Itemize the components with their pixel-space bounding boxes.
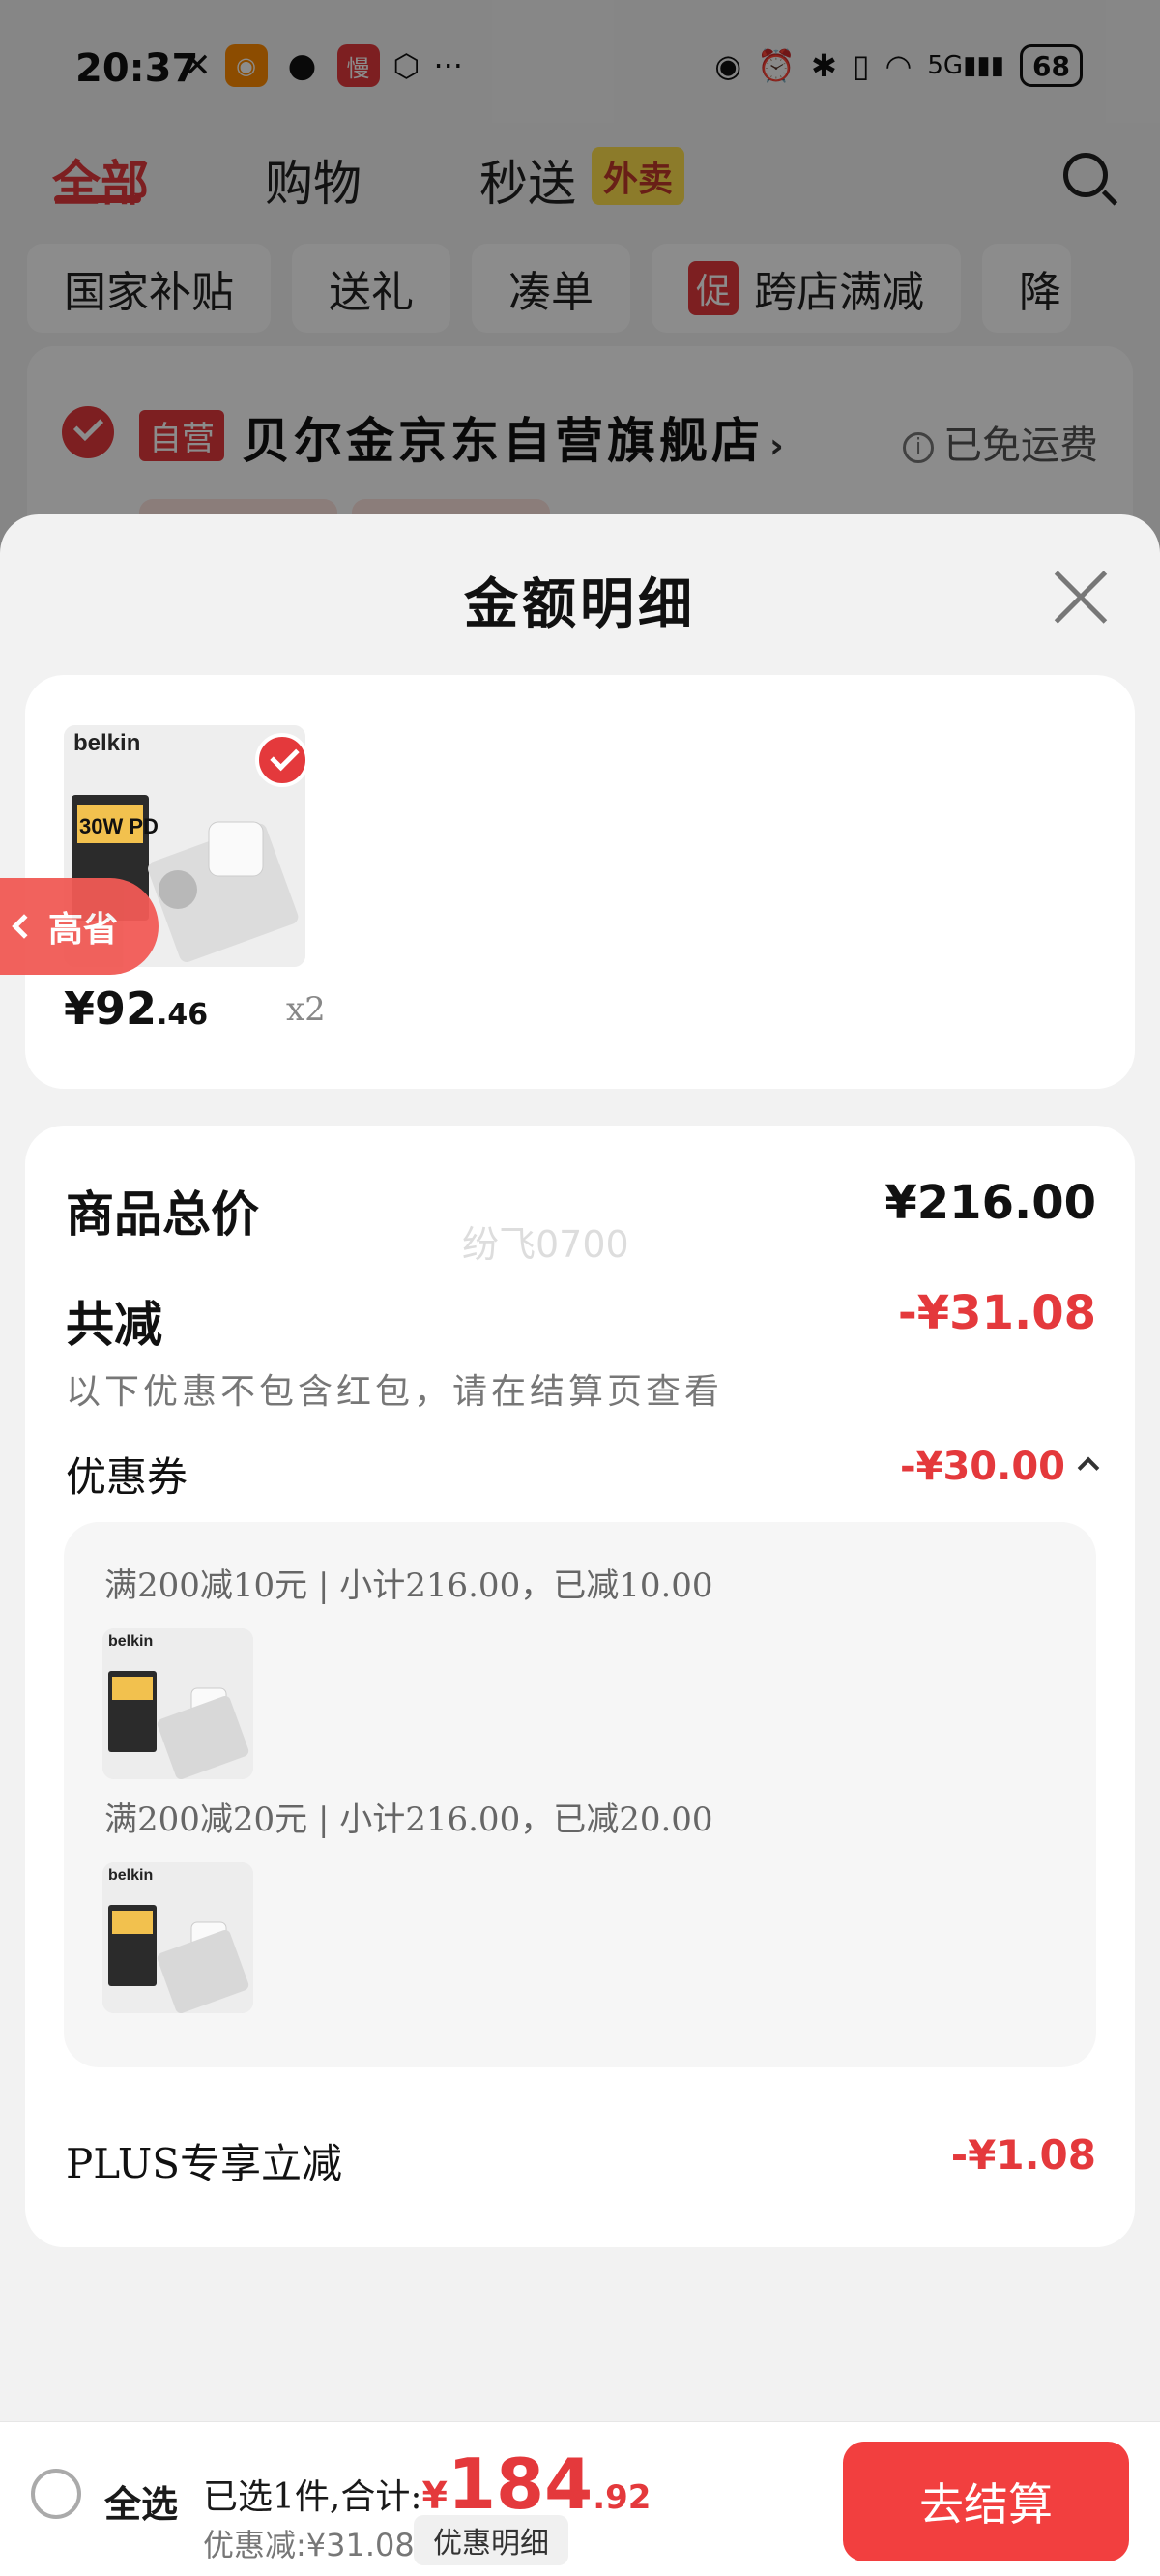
product-price: ¥92.46	[64, 982, 208, 1035]
discount-detail-button[interactable]: 优惠明细	[414, 2515, 568, 2565]
discount-note: 以下优惠不包含红包，请在结算页查看	[66, 1372, 724, 1412]
coupon-list: 满200减10元 | 小计216.00，已减10.00 belkin 满200减…	[64, 1522, 1096, 2067]
total-label: 商品总价	[66, 1186, 259, 1243]
coupon-product-image: belkin	[102, 1628, 253, 1779]
coupon-image-brand: belkin	[108, 1633, 153, 1650]
coupon-image-graphic: belkin	[102, 1628, 253, 1779]
coupon-image-brand: belkin	[108, 1867, 153, 1884]
reduce-value: -¥31.08	[897, 1286, 1096, 1340]
chevron-left-icon	[12, 914, 37, 939]
coupon-value-toggle[interactable]: -¥30.00	[900, 1445, 1100, 1489]
summary-amount-decimal: .92	[593, 2478, 652, 2517]
coupon-product-image: belkin	[102, 1862, 253, 2013]
select-all-label[interactable]: 全选	[104, 2474, 178, 2528]
discount-summary: 优惠减:¥31.08	[203, 2527, 415, 2563]
product-check-icon[interactable]	[255, 733, 309, 787]
coupon-label: 优惠券	[66, 1453, 188, 1501]
product-card: belkin 30W PD ¥92.46 x2	[25, 675, 1135, 1089]
reduce-label: 共减	[66, 1296, 162, 1353]
product-badge-text: 30W PD	[79, 814, 159, 838]
total-value: ¥216.00	[884, 1176, 1096, 1230]
checkout-bar: 全选 已选1件,合计:¥184.92 优惠减:¥31.08 优惠明细 去结算	[0, 2421, 1160, 2576]
summary-currency: ¥	[421, 2474, 448, 2517]
watermark: 纷飞0700	[462, 1223, 629, 1266]
plus-label: PLUS专享立减	[66, 2140, 343, 2187]
close-icon[interactable]	[1052, 569, 1110, 627]
product-quantity: x2	[286, 990, 326, 1029]
product-brand: belkin	[73, 730, 140, 756]
gaosheng-float-button[interactable]: 高省	[0, 878, 159, 975]
price-decimal: .46	[157, 998, 209, 1032]
coupon-line-1: 满200减10元 | 小计216.00，已减10.00	[104, 1566, 713, 1605]
coupon-image-graphic: belkin	[102, 1862, 253, 2013]
chevron-up-icon	[1077, 1456, 1100, 1479]
price-integer: ¥92	[64, 982, 158, 1035]
coupon-value: -¥30.00	[900, 1445, 1065, 1489]
select-all-radio[interactable]	[31, 2469, 81, 2519]
gaosheng-label: 高省	[48, 910, 119, 950]
amount-detail-sheet: 金额明细 belkin 30W PD ¥92.46 x2 纷飞0700 商品总价…	[0, 514, 1160, 2421]
sheet-title: 金额明细	[464, 572, 696, 636]
price-detail-card: 纷飞0700 商品总价 ¥216.00 共减 -¥31.08 以下优惠不包含红包…	[25, 1126, 1135, 2247]
coupon-line-2: 满200减20元 | 小计216.00，已减20.00	[104, 1800, 713, 1839]
summary-prefix: 已选1件,合计:	[203, 2477, 422, 2517]
total-summary: 已选1件,合计:¥184.92	[203, 2444, 651, 2525]
checkout-button[interactable]: 去结算	[843, 2442, 1129, 2561]
plus-value: -¥1.08	[950, 2131, 1096, 2179]
summary-amount: 184	[447, 2444, 594, 2525]
